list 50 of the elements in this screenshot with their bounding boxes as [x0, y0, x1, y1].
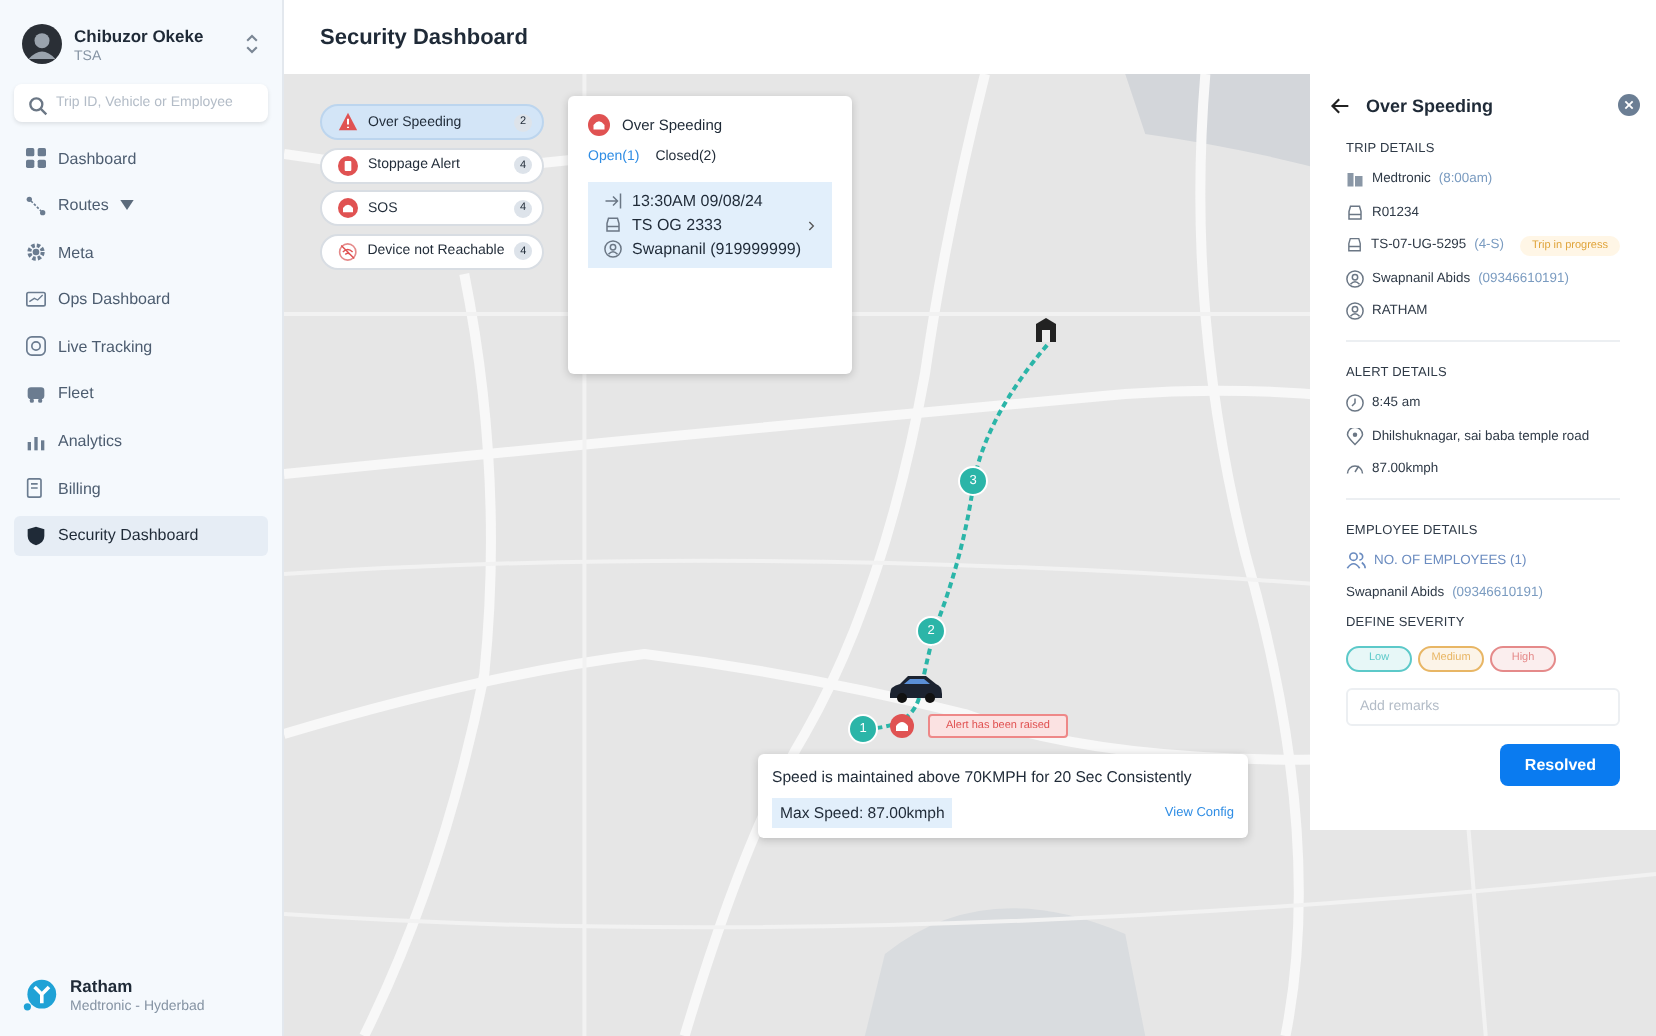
org-name: Ratham: [70, 976, 135, 996]
alarm-icon: [890, 714, 914, 738]
location-icon: [1346, 427, 1364, 446]
nav-item[interactable]: Meta: [14, 232, 268, 273]
page-title: Security Dashboard: [320, 25, 528, 49]
clock-icon: [1346, 393, 1364, 412]
avatar-icon: [22, 24, 62, 64]
back-arrow-icon[interactable]: [1330, 95, 1350, 115]
nav-item[interactable]: Ops Dashboard: [14, 279, 268, 320]
close-icon[interactable]: [1618, 94, 1640, 116]
person-icon: [1346, 269, 1364, 288]
nav-item[interactable]: Analytics: [14, 421, 268, 462]
tracking-icon: [26, 336, 46, 357]
nav-item[interactable]: Live Tracking: [14, 326, 268, 367]
signal-off-icon: [338, 241, 358, 261]
bill-icon: [26, 478, 46, 499]
monitor-icon: [26, 289, 46, 310]
vehicle-number: TS OG 2333: [632, 216, 722, 234]
nav-item[interactable]: Billing: [14, 468, 268, 509]
resolved-button[interactable]: Resolved: [1500, 743, 1620, 786]
alarm-icon: [338, 198, 358, 218]
nav-item[interactable]: Security Dashboard: [14, 515, 268, 556]
nav-item[interactable]: Fleet: [14, 373, 268, 414]
search-icon: [28, 96, 48, 116]
chevron-right-icon: [808, 219, 816, 231]
expand-icon[interactable]: [244, 32, 260, 56]
chart-icon: [26, 431, 46, 452]
bus-icon: [26, 383, 46, 404]
arrow-in-icon: [604, 192, 622, 210]
person-icon: [1346, 302, 1364, 321]
trip-time: 13:30AM 09/08/24: [632, 192, 763, 210]
alarm-icon: [588, 114, 610, 136]
routes-icon: [26, 195, 46, 216]
warning-icon: [338, 112, 358, 132]
alert-icon: [338, 155, 358, 175]
driver-name: Swapnanil (919999999): [632, 240, 802, 258]
trip-card[interactable]: 13:30AM 09/08/24 TS OG 2333 Swapnanil (919999999): [588, 182, 832, 268]
nav-item[interactable]: Routes: [14, 185, 268, 226]
building-icon: [1032, 316, 1060, 344]
gauge-icon: [1346, 460, 1364, 479]
panel-title: Over Speeding: [1366, 95, 1496, 115]
shield-icon: [26, 525, 46, 546]
people-icon: [1346, 550, 1366, 571]
user-name: Chibuzor Okeke: [74, 25, 206, 45]
nav-item[interactable]: Dashboard: [14, 138, 268, 178]
grid-icon: [26, 148, 46, 168]
settings-icon: [26, 242, 46, 263]
person-icon: [604, 240, 622, 258]
org-logo-icon: [22, 977, 58, 1013]
building-icon: [1346, 170, 1364, 188]
